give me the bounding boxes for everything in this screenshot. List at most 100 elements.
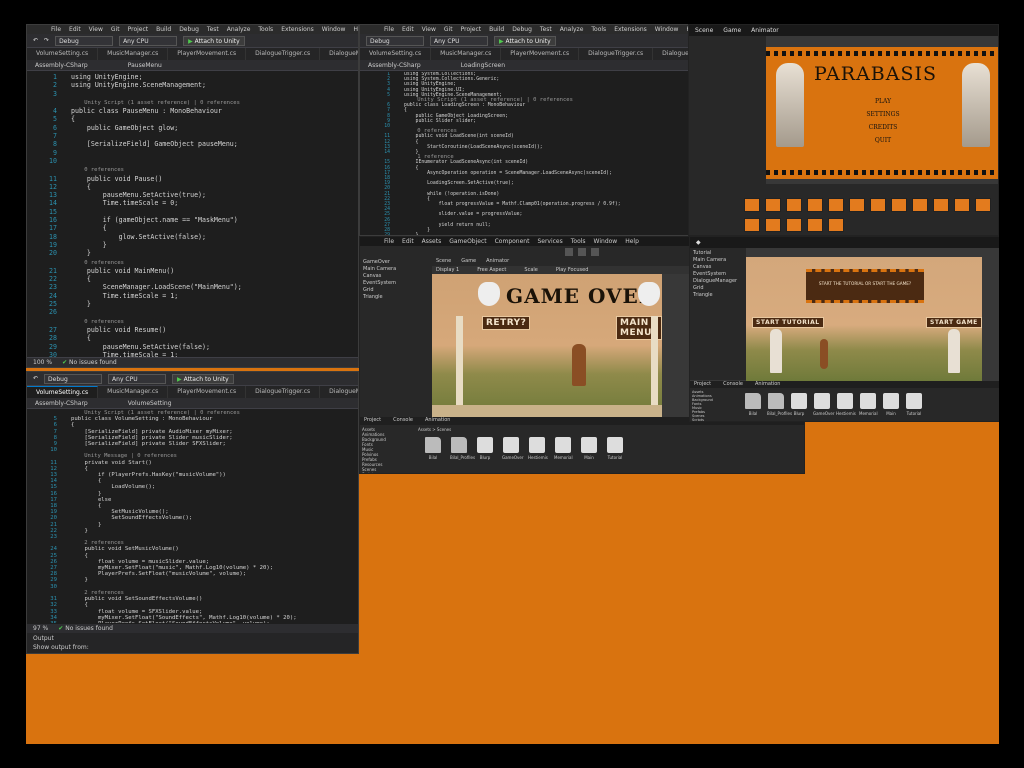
assembly-dropdown[interactable]: Assembly-CSharp	[35, 62, 88, 69]
sprite-play[interactable]	[807, 218, 823, 232]
hierarchy-item[interactable]: Grid	[363, 287, 429, 294]
platform-select[interactable]: Any CPU	[430, 35, 488, 46]
hierarchy-item[interactable]: EventSystem	[363, 280, 429, 287]
menu-item[interactable]: Assets	[422, 238, 442, 245]
undo-icon[interactable]: ↶	[33, 37, 38, 44]
main-menu-item[interactable]: CREDITS	[861, 121, 905, 134]
menu-item[interactable]: Analyze	[560, 26, 584, 33]
undo-icon[interactable]: ↶	[33, 375, 38, 382]
sprite-thumb[interactable]	[765, 198, 781, 212]
zoom-level[interactable]: 97 %	[33, 625, 48, 632]
menu-item[interactable]: Project	[461, 26, 482, 33]
asset-item[interactable]: Memorial	[859, 393, 878, 416]
tutorial-scene-view[interactable]: START THE TUTORIAL OR START THE GAME? ST…	[746, 257, 982, 381]
main-menu-scene-view[interactable]: PARABASIS PLAY SETTINGS CREDITS QUIT	[766, 47, 998, 179]
editor-tab[interactable]: VolumeSetting.cs	[360, 48, 432, 60]
menu-item[interactable]: File	[384, 238, 394, 245]
editor-tab[interactable]: DialogueTrigger.cs	[579, 48, 654, 60]
asset-item[interactable]: GameOver	[813, 393, 835, 416]
editor-tab[interactable]: VolumeSetting.cs	[27, 48, 99, 60]
asset-item[interactable]: GameOver	[502, 437, 524, 460]
asset-item[interactable]: Bilal_Profiles	[450, 437, 475, 460]
start-game-button[interactable]: START GAME	[926, 317, 982, 328]
asset-item[interactable]: Main	[882, 393, 900, 416]
assembly-dropdown[interactable]: Assembly-CSharp	[35, 400, 88, 407]
menu-item[interactable]: Git	[444, 26, 453, 33]
editor-tab[interactable]: DialogueManager.cs	[320, 48, 358, 60]
menu-item[interactable]: Test	[207, 26, 219, 33]
sprite-thumb[interactable]	[912, 198, 928, 212]
menu-item[interactable]: Window	[594, 238, 618, 245]
menu-item[interactable]: Build	[489, 26, 504, 33]
menu-item[interactable]: Window	[655, 26, 679, 33]
asset-item[interactable]: Tutorial	[606, 437, 624, 460]
menu-item[interactable]: Scene	[695, 27, 713, 34]
aspect-select[interactable]: Free Aspect	[477, 267, 506, 273]
menu-item[interactable]: View	[89, 26, 103, 33]
editor-tab[interactable]: PlayerMovement.cs	[168, 48, 247, 60]
config-select[interactable]: Debug	[44, 373, 103, 384]
attach-to-unity-button[interactable]: ▶ Attach to Unity	[183, 35, 245, 46]
menu-item[interactable]: Services	[537, 238, 562, 245]
editor-tab[interactable]: DialogueManager.cs	[653, 48, 688, 60]
main-menu-item[interactable]: SETTINGS	[861, 108, 905, 121]
editor-tab[interactable]: PlayerMovement.cs	[168, 386, 247, 398]
platform-select[interactable]: Any CPU	[119, 35, 178, 46]
menu-item[interactable]: Tools	[571, 238, 586, 245]
game-over-view[interactable]: GAME OVER RETRY? MAIN MENU?	[432, 274, 662, 417]
menu-item[interactable]: Edit	[402, 238, 414, 245]
asset-item[interactable]: Blurp	[790, 393, 808, 416]
pause-button[interactable]	[578, 247, 586, 256]
member-dropdown[interactable]: VolumeSetting	[128, 400, 172, 407]
asset-item[interactable]: Bilal	[424, 437, 442, 460]
asset-item[interactable]: Hestiemis	[836, 393, 856, 416]
menu-item[interactable]: Project	[694, 381, 711, 388]
asset-item[interactable]: Bilal	[744, 393, 762, 416]
scale-slider[interactable]: Scale	[524, 267, 537, 273]
menu-item[interactable]: Game	[723, 27, 741, 34]
menu-item[interactable]: Scene	[436, 258, 451, 265]
sprite-thumb[interactable]	[954, 198, 970, 212]
hierarchy-item[interactable]: Tutorial	[693, 250, 743, 257]
menu-item[interactable]: Help	[625, 238, 639, 245]
sprite-left-arrow[interactable]	[744, 198, 760, 212]
asset-item[interactable]: Memorial	[554, 437, 573, 460]
sprite-close[interactable]	[807, 198, 823, 212]
attach-to-unity-button[interactable]: ▶ Attach to Unity	[494, 35, 556, 46]
editor-tab[interactable]: MusicManager.cs	[98, 48, 169, 60]
menu-item[interactable]: Build	[156, 26, 171, 33]
menu-item[interactable]: Tools	[258, 26, 273, 33]
start-tutorial-button[interactable]: START TUTORIAL	[752, 317, 824, 328]
hierarchy-item[interactable]: DialogueManager	[693, 278, 743, 285]
step-button[interactable]	[591, 247, 599, 256]
member-dropdown[interactable]: LoadingScreen	[461, 62, 505, 69]
asset-item[interactable]: Hestiemis	[528, 437, 548, 460]
sprite-thumb[interactable]	[828, 218, 844, 232]
editor-tab[interactable]: MusicManager.cs	[431, 48, 502, 60]
editor-tab[interactable]: DialogueTrigger.cs	[246, 386, 321, 398]
sprite-thumb[interactable]	[744, 218, 760, 232]
menu-item[interactable]: Extensions	[614, 26, 647, 33]
play-mode-select[interactable]: Play Focused	[556, 267, 589, 273]
folder-tree-item[interactable]: Scripts	[362, 472, 412, 473]
menu-item[interactable]: Project	[364, 417, 381, 425]
editor-tab[interactable]: PlayerMovement.cs	[501, 48, 580, 60]
hierarchy-item[interactable]: Canvas	[363, 273, 429, 280]
menu-item[interactable]: View	[422, 26, 436, 33]
member-dropdown[interactable]: PauseMenu	[128, 62, 162, 69]
main-menu-item[interactable]: PLAY	[861, 95, 905, 108]
menu-item[interactable]: Edit	[69, 26, 81, 33]
redo-icon[interactable]: ↷	[44, 37, 49, 44]
menu-item[interactable]: Window	[322, 26, 346, 33]
menu-item[interactable]: Debug	[179, 26, 199, 33]
menu-item[interactable]: Component	[495, 238, 530, 245]
sprite-thumb[interactable]	[849, 198, 865, 212]
sprite-pause[interactable]	[975, 198, 991, 212]
menu-item[interactable]: File	[384, 26, 394, 33]
asset-item[interactable]: Tutorial	[905, 393, 923, 416]
menu-item[interactable]: Project	[128, 26, 149, 33]
menu-item[interactable]: Console	[393, 417, 413, 425]
hierarchy-item[interactable]: Main Camera	[363, 266, 429, 273]
menu-item[interactable]: Debug	[512, 26, 532, 33]
display-select[interactable]: Display 1	[436, 267, 459, 273]
